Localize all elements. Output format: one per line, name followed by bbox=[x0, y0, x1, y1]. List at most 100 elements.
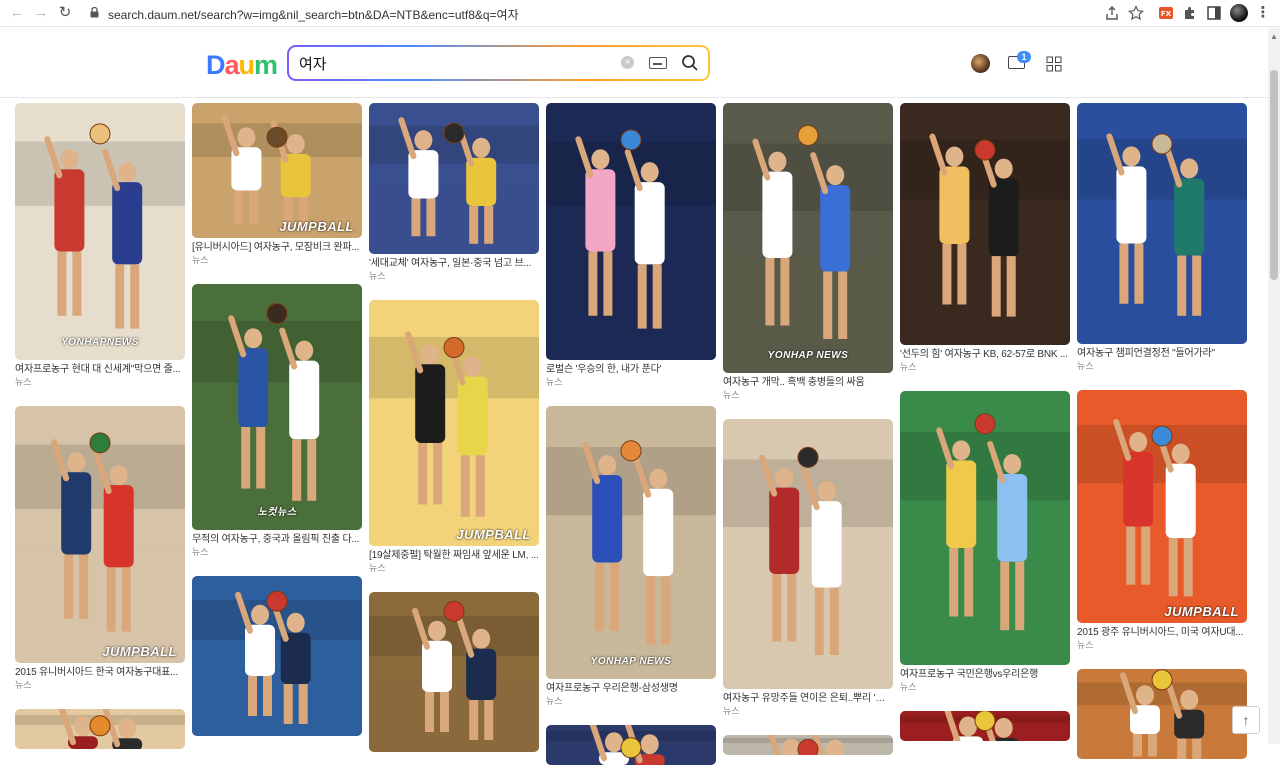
image-result-item[interactable]: JUMPBALL 2015 유니버시아드 한국 여자농구대표... 뉴스 bbox=[15, 406, 185, 691]
scroll-up-arrow-icon[interactable]: ▲ bbox=[1268, 31, 1280, 43]
watermark: YONHAPNEWS bbox=[61, 337, 139, 348]
image-source[interactable]: 뉴스 bbox=[900, 361, 1070, 373]
extension-fx-icon[interactable]: FX bbox=[1158, 5, 1174, 21]
image-caption[interactable]: 여자프로농구 현대 대 신세계"막으면 줄... bbox=[15, 363, 185, 376]
image-result-item[interactable]: JUMPBALL 2015 광주 유니버시아드, 미국 여자U대... 뉴스 bbox=[1077, 390, 1247, 651]
scroll-thumb[interactable] bbox=[1270, 70, 1278, 280]
image-thumbnail[interactable] bbox=[1077, 669, 1247, 759]
image-source[interactable]: 뉴스 bbox=[1077, 639, 1247, 651]
extensions-puzzle-icon[interactable] bbox=[1182, 5, 1198, 21]
image-caption[interactable]: 여자프로농구 우리은행-삼성생명 bbox=[546, 682, 716, 695]
bookmark-star-icon[interactable] bbox=[1128, 5, 1144, 21]
image-result-item[interactable] bbox=[723, 735, 893, 755]
watermark: JUMPBALL bbox=[102, 644, 177, 659]
image-caption[interactable]: [19살제중펄] 탁월한 짜임새 앞세운 LM, ... bbox=[369, 549, 539, 562]
image-result-item[interactable]: 여자농구 챔피언결정전 "들어가라" 뉴스 bbox=[1077, 103, 1247, 372]
watermark: YONHAP NEWS bbox=[590, 656, 672, 667]
image-thumbnail[interactable]: JUMPBALL bbox=[369, 300, 539, 546]
image-source[interactable]: 뉴스 bbox=[15, 679, 185, 691]
image-result-item[interactable] bbox=[900, 711, 1070, 741]
image-result-item[interactable]: 여자프로농구 국민은행vs우리은행 뉴스 bbox=[900, 391, 1070, 693]
apps-grid-icon[interactable] bbox=[1046, 56, 1062, 72]
logo-letter: a bbox=[224, 50, 240, 80]
image-thumbnail[interactable] bbox=[546, 103, 716, 360]
image-source[interactable]: 뉴스 bbox=[546, 376, 716, 388]
side-panel-icon[interactable] bbox=[1206, 5, 1222, 21]
image-caption[interactable]: [유니버시아드] 여자농구, 모잠비크 완파... bbox=[192, 241, 362, 254]
watermark: JUMPBALL bbox=[279, 219, 354, 234]
image-thumbnail[interactable] bbox=[900, 103, 1070, 345]
image-source[interactable]: 뉴스 bbox=[1077, 360, 1247, 372]
image-result-item[interactable] bbox=[15, 709, 185, 749]
image-result-item[interactable]: YONHAP NEWS 여자농구 개막.. 흑백 충병들의 싸움 뉴스 bbox=[723, 103, 893, 401]
image-caption[interactable]: 여자농구 개막.. 흑백 충병들의 싸움 bbox=[723, 376, 893, 389]
image-thumbnail[interactable] bbox=[723, 735, 893, 755]
image-thumbnail[interactable]: JUMPBALL bbox=[1077, 390, 1247, 623]
scroll-to-top-button[interactable]: ↑ bbox=[1232, 706, 1260, 734]
image-caption[interactable]: '선두의 힘' 여자농구 KB, 62-57로 BNK ... bbox=[900, 348, 1070, 361]
image-thumbnail[interactable]: YONHAPNEWS bbox=[15, 103, 185, 360]
image-thumbnail[interactable] bbox=[369, 103, 539, 254]
image-thumbnail[interactable] bbox=[15, 709, 185, 749]
image-result-item[interactable]: JUMPBALL [19살제중펄] 탁월한 짜임새 앞세운 LM, ... 뉴스 bbox=[369, 300, 539, 574]
image-source[interactable]: 뉴스 bbox=[192, 546, 362, 558]
image-thumbnail[interactable] bbox=[900, 711, 1070, 741]
share-icon[interactable] bbox=[1104, 5, 1120, 21]
image-thumbnail[interactable] bbox=[723, 419, 893, 689]
image-result-item[interactable] bbox=[1077, 669, 1247, 759]
forward-icon[interactable]: → bbox=[32, 4, 50, 22]
image-result-item[interactable]: YONHAPNEWS 여자프로농구 현대 대 신세계"막으면 줄... 뉴스 bbox=[15, 103, 185, 388]
image-result-item[interactable]: '세대교체' 여자농구, 일본·중국 넘고 브... 뉴스 bbox=[369, 103, 539, 282]
user-avatar[interactable] bbox=[971, 54, 990, 73]
image-source[interactable]: 뉴스 bbox=[369, 562, 539, 574]
image-caption[interactable]: 2015 유니버시아드 한국 여자농구대표... bbox=[15, 666, 185, 679]
search-input[interactable] bbox=[299, 52, 599, 74]
image-source[interactable]: 뉴스 bbox=[546, 695, 716, 707]
image-result-item[interactable]: JUMPBALL [유니버시아드] 여자농구, 모잠비크 완파... 뉴스 bbox=[192, 103, 362, 266]
image-caption[interactable]: 2015 광주 유니버시아드, 미국 여자U대... bbox=[1077, 626, 1247, 639]
image-result-item[interactable]: 여자농구 유망주들 연이은 은퇴..뿌리 '흔들' 뉴스 bbox=[723, 419, 893, 717]
image-thumbnail[interactable] bbox=[900, 391, 1070, 665]
image-source[interactable]: 뉴스 bbox=[369, 270, 539, 282]
image-thumbnail[interactable]: JUMPBALL bbox=[192, 103, 362, 238]
address-bar[interactable]: search.daum.net/search?w=img&nil_search=… bbox=[108, 6, 519, 23]
image-caption[interactable]: 여자농구 챔피언결정전 "들어가라" bbox=[1077, 347, 1247, 360]
image-result-item[interactable]: 노컷뉴스무적의 여자농구, 중국과 올림픽 진출 다... 뉴스 bbox=[192, 284, 362, 558]
watermark: 노컷뉴스 bbox=[257, 507, 297, 518]
clear-icon[interactable]: × bbox=[621, 56, 634, 69]
search-icon[interactable] bbox=[681, 54, 699, 72]
image-thumbnail[interactable]: YONHAP NEWS bbox=[723, 103, 893, 373]
image-result-item[interactable]: YONHAP NEWS 여자프로농구 우리은행-삼성생명 뉴스 bbox=[546, 406, 716, 707]
back-icon[interactable]: ← bbox=[8, 4, 26, 22]
menu-kebab-icon[interactable]: ⋮ bbox=[1254, 4, 1272, 22]
image-source[interactable]: 뉴스 bbox=[723, 389, 893, 401]
image-result-item[interactable] bbox=[369, 592, 539, 752]
image-result-item[interactable]: '선두의 힘' 여자농구 KB, 62-57로 BNK ... 뉴스 bbox=[900, 103, 1070, 373]
image-source[interactable]: 뉴스 bbox=[900, 681, 1070, 693]
image-caption[interactable]: 여자농구 유망주들 연이은 은퇴..뿌리 '흔들' bbox=[723, 692, 893, 705]
image-result-item[interactable] bbox=[546, 725, 716, 765]
image-source[interactable]: 뉴스 bbox=[723, 705, 893, 717]
site-header: Daum × 1 bbox=[0, 28, 1268, 98]
image-caption[interactable]: '세대교체' 여자농구, 일본·중국 넘고 브... bbox=[369, 257, 539, 270]
profile-avatar[interactable] bbox=[1230, 4, 1248, 22]
image-thumbnail[interactable] bbox=[192, 576, 362, 736]
image-caption[interactable]: 여자프로농구 국민은행vs우리은행 bbox=[900, 668, 1070, 681]
image-thumbnail[interactable]: 노컷뉴스 bbox=[192, 284, 362, 530]
image-thumbnail[interactable] bbox=[1077, 103, 1247, 344]
image-result-item[interactable]: 로벌슨 '우승의 한, 내가 푼다' 뉴스 bbox=[546, 103, 716, 388]
image-source[interactable]: 뉴스 bbox=[15, 376, 185, 388]
image-thumbnail[interactable]: YONHAP NEWS bbox=[546, 406, 716, 679]
watermark: JUMPBALL bbox=[456, 527, 531, 542]
keyboard-icon[interactable] bbox=[649, 57, 667, 69]
image-thumbnail[interactable] bbox=[546, 725, 716, 765]
image-thumbnail[interactable]: JUMPBALL bbox=[15, 406, 185, 663]
daum-logo[interactable]: Daum bbox=[206, 50, 278, 81]
image-caption[interactable]: 로벌슨 '우승의 한, 내가 푼다' bbox=[546, 363, 716, 376]
page-scrollbar[interactable]: ▲ bbox=[1268, 28, 1280, 744]
reload-icon[interactable]: ↻ bbox=[56, 4, 74, 22]
image-source[interactable]: 뉴스 bbox=[192, 254, 362, 266]
image-caption[interactable]: 무적의 여자농구, 중국과 올림픽 진출 다... bbox=[192, 533, 362, 546]
image-result-item[interactable] bbox=[192, 576, 362, 736]
image-thumbnail[interactable] bbox=[369, 592, 539, 752]
